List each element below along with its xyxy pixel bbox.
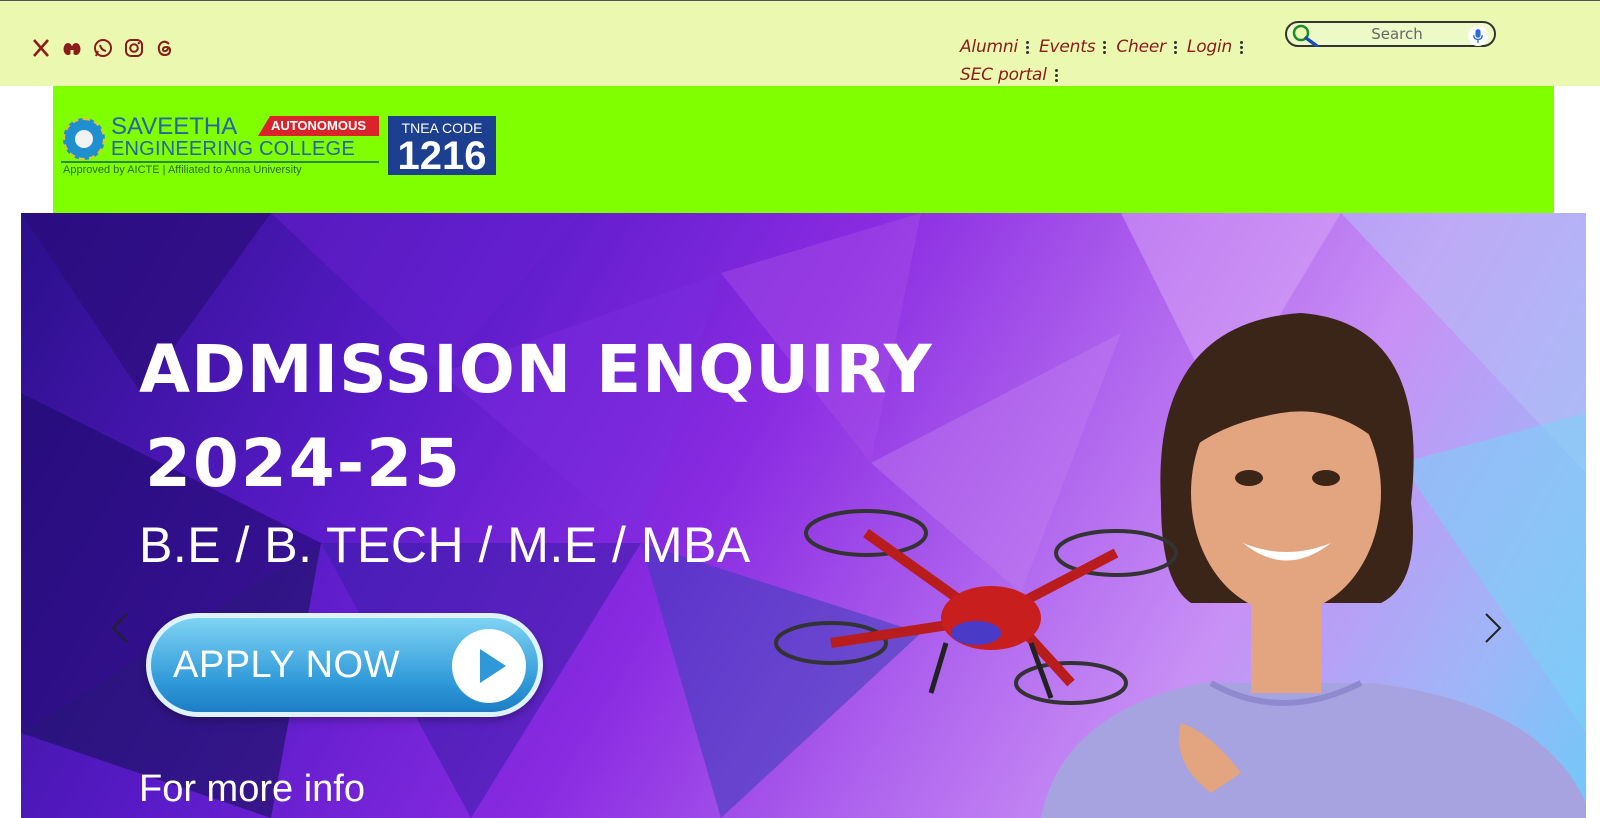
hero-year: 2024-25 [145,425,462,502]
nav-row: Alumni Events Cheer Login [960,33,1260,61]
drone-image [774,509,1178,705]
main-nav: Alumni Events Cheer Login SEC portal [960,33,1260,89]
more-info-text: For more info [139,768,365,810]
instagram-icon[interactable] [123,37,145,59]
social-links [30,37,176,59]
nav-item-sec-portal[interactable]: SEC portal [960,65,1058,85]
nav-item-label: Events [1039,37,1096,57]
behance-icon[interactable] [61,37,83,59]
autonomous-badge: AUTONOMOUS [258,116,379,136]
kebab-icon[interactable] [1240,40,1244,54]
college-name-line2: ENGINEERING COLLEGE [111,138,355,160]
microphone-icon[interactable] [1468,26,1488,46]
logo-divider [61,161,379,163]
top-bar: Alumni Events Cheer Login SEC portal [0,0,1600,86]
nav-row: SEC portal [960,61,1260,89]
kebab-icon[interactable] [1054,68,1058,82]
carousel-prev-arrow-icon[interactable] [105,608,135,648]
search-box[interactable] [1285,21,1496,48]
carousel-next-arrow-icon[interactable] [1478,608,1508,648]
nav-item-cheer[interactable]: Cheer [1116,37,1177,57]
search-input[interactable] [1327,25,1467,43]
kebab-icon[interactable] [1103,40,1107,54]
apply-now-button[interactable]: APPLY NOW [146,613,543,717]
kebab-icon[interactable] [1173,40,1177,54]
nav-item-alumni[interactable]: Alumni [960,37,1029,57]
nav-item-label: Login [1186,37,1233,57]
apply-now-label: APPLY NOW [173,644,400,686]
college-emblem-icon [63,118,105,160]
whatsapp-icon[interactable] [92,37,114,59]
logo-band: SAVEETHA AUTONOMOUS ENGINEERING COLLEGE … [53,86,1554,213]
nav-item-events[interactable]: Events [1039,37,1107,57]
college-name-line1: SAVEETHA [111,113,238,140]
college-logo[interactable]: SAVEETHA AUTONOMOUS ENGINEERING COLLEGE … [61,113,379,178]
nav-item-label: Cheer [1116,37,1166,57]
hero-title: ADMISSION ENQUIRY [139,331,933,408]
search-icon[interactable] [1289,23,1323,48]
tnea-code-badge: TNEA CODE 1216 [388,116,496,178]
x-icon[interactable] [30,37,52,59]
tnea-code: 1216 [397,134,487,178]
hero-courses: B.E / B. TECH / M.E / MBA [139,517,751,573]
nav-item-label: Alumni [960,37,1018,57]
threads-icon[interactable] [154,37,176,59]
play-arrow-icon [452,629,526,703]
kebab-icon[interactable] [1026,40,1029,54]
nav-item-label: SEC portal [960,65,1047,85]
hero-banner: ADMISSION ENQUIRY 2024-25 B.E / B. TECH … [21,213,1586,818]
college-tagline: Approved by AICTE | Affiliated to Anna U… [63,164,302,176]
nav-item-login[interactable]: Login [1186,37,1244,57]
